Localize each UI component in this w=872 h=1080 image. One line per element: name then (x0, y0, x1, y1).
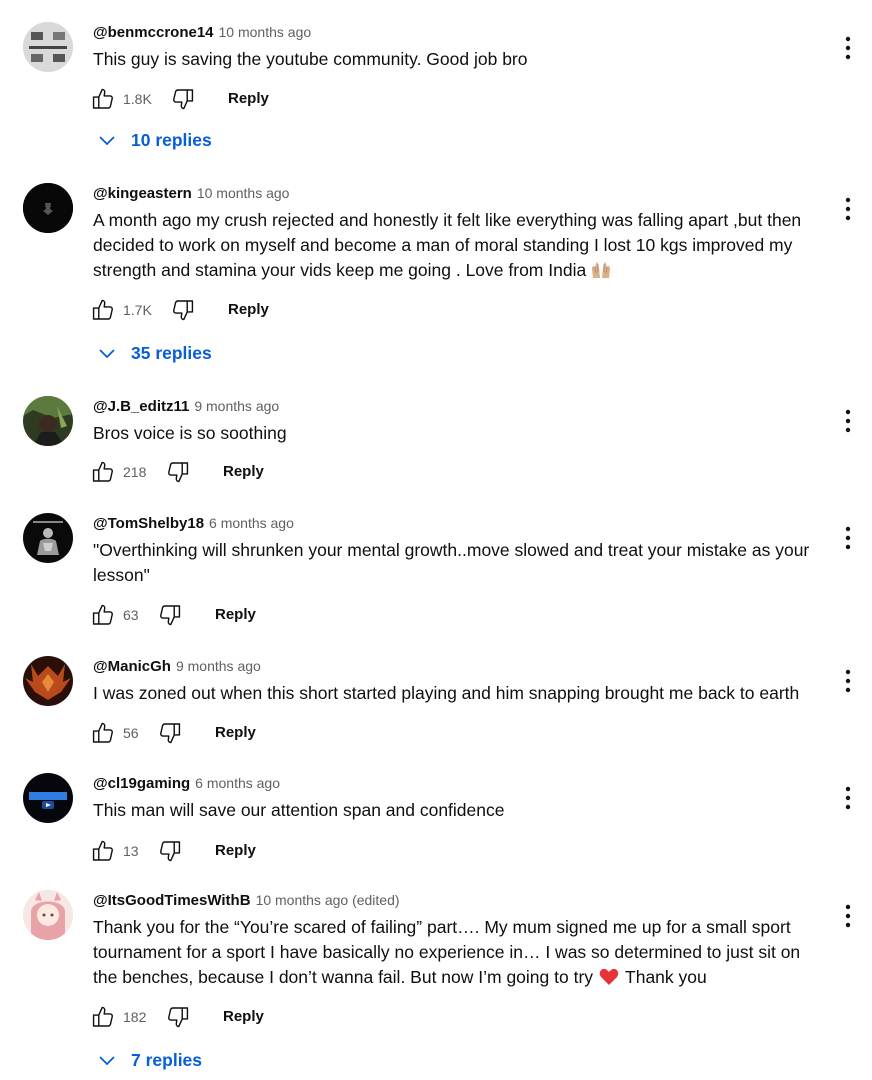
more-vert-icon[interactable] (838, 903, 858, 929)
thumbs-down-icon[interactable] (165, 1004, 191, 1030)
replies-count-label: 7 replies (131, 1050, 203, 1070)
comment-thread: @ItsGoodTimesWithB 10 months ago (edited)… (0, 890, 872, 1080)
chevron-down-icon (97, 1051, 117, 1071)
thumbs-up-icon[interactable] (90, 720, 116, 746)
more-vert-icon[interactable] (838, 785, 858, 811)
comment-text-line: the benches, because I don’t wanna fail.… (93, 967, 707, 987)
thumbs-down-icon[interactable] (157, 720, 183, 746)
comment-thread: @TomShelby18 6 months ago "Overthinking w… (0, 513, 872, 633)
thumbs-down-icon[interactable] (165, 459, 191, 485)
comment-thread: @ManicGh 9 months ago I was zoned out whe… (0, 656, 872, 756)
comment-text: Bros voice is so soothing (93, 423, 287, 443)
comment-thread: @J.B_editz11 9 months ago Bros voice is s… (0, 396, 872, 496)
more-vert-icon[interactable] (838, 408, 858, 434)
comment-time[interactable]: 9 months ago (194, 398, 279, 414)
author-name[interactable]: @cl19gaming (93, 775, 190, 792)
thumbs-up-icon[interactable] (90, 459, 116, 485)
thumbs-down-icon[interactable] (170, 86, 196, 112)
comment-header: @TomShelby18 6 months ago (93, 513, 294, 533)
comment-thread: @kingeastern 10 months ago A month ago my… (0, 183, 872, 373)
comment-text-line: lesson" (93, 565, 150, 585)
comment-text: Thank you for the “You’re scared of fail… (93, 915, 818, 990)
comment-header: @ManicGh 9 months ago (93, 656, 261, 676)
comment-time[interactable]: 10 months ago (219, 24, 312, 40)
author-name[interactable]: @ItsGoodTimesWithB (93, 892, 251, 909)
comment-text-line: "Overthinking will shrunken your mental … (93, 540, 810, 560)
thumbs-down-icon[interactable] (157, 602, 183, 628)
more-vert-icon[interactable] (838, 525, 858, 551)
author-name[interactable]: @benmccrone14 (93, 24, 214, 41)
comment-time[interactable]: 6 months ago (209, 515, 294, 531)
red-heart-emoji (599, 968, 619, 985)
avatar[interactable] (23, 183, 73, 233)
comment-thread: @benmccrone14 10 months ago This guy is s… (0, 22, 872, 162)
more-vert-icon[interactable] (838, 196, 858, 222)
like-count: 182 (123, 1009, 147, 1025)
thumbs-up-icon[interactable] (90, 602, 116, 628)
like-count: 63 (123, 607, 139, 623)
like-count: 218 (123, 464, 147, 480)
replies-count-label: 35 replies (131, 343, 212, 363)
comment-thread: @cl19gaming 6 months ago This man will sa… (0, 773, 872, 873)
comment-header: @ItsGoodTimesWithB 10 months ago (edited) (93, 890, 400, 910)
avatar[interactable] (23, 890, 73, 940)
avatar[interactable] (23, 773, 73, 823)
comment-text: This guy is saving the youtube community… (93, 49, 528, 69)
reply-button[interactable]: Reply (228, 90, 269, 108)
reply-button[interactable]: Reply (223, 1008, 264, 1026)
reply-button[interactable]: Reply (228, 301, 269, 319)
comment-text: A month ago my crush rejected and honest… (93, 208, 818, 283)
more-vert-icon[interactable] (838, 35, 858, 61)
comment-text-line: decided to work on myself and become a m… (93, 235, 793, 255)
thumbs-down-icon[interactable] (157, 838, 183, 864)
comment-time[interactable]: 10 months ago (edited) (256, 892, 400, 908)
comment-time[interactable]: 10 months ago (197, 185, 290, 201)
comment-time[interactable]: 9 months ago (176, 658, 261, 674)
comment-header: @cl19gaming 6 months ago (93, 773, 280, 793)
reply-button[interactable]: Reply (223, 463, 264, 481)
comment-header: @kingeastern 10 months ago (93, 183, 289, 203)
like-count: 1.8K (123, 91, 152, 107)
reply-button[interactable]: Reply (215, 724, 256, 742)
replies-count-label: 10 replies (131, 130, 212, 150)
reply-button[interactable]: Reply (215, 606, 256, 624)
comment-header: @J.B_editz11 9 months ago (93, 396, 279, 416)
avatar[interactable] (23, 656, 73, 706)
thumbs-down-icon[interactable] (170, 297, 196, 323)
thumbs-up-icon[interactable] (90, 1004, 116, 1030)
like-count: 56 (123, 725, 139, 741)
comment-text: "Overthinking will shrunken your mental … (93, 538, 818, 588)
comment-text-line: strength and stamina your vids keep me g… (93, 258, 818, 283)
author-name[interactable]: @ManicGh (93, 658, 171, 675)
comment-text-line: tournament for a sport I have basically … (93, 942, 801, 962)
author-name[interactable]: @TomShelby18 (93, 515, 204, 532)
like-count: 1.7K (123, 302, 152, 318)
thumbs-up-icon[interactable] (90, 838, 116, 864)
comment-text-line: A month ago my crush rejected and honest… (93, 210, 802, 230)
comment-header: @benmccrone14 10 months ago (93, 22, 311, 42)
chevron-down-icon (97, 344, 117, 364)
avatar[interactable] (23, 513, 73, 563)
author-name[interactable]: @kingeastern (93, 185, 192, 202)
more-vert-icon[interactable] (838, 668, 858, 694)
comment-text-line: Thank you for the “You’re scared of fail… (93, 917, 791, 937)
like-count: 13 (123, 843, 139, 859)
raising-hands-emoji (592, 262, 611, 278)
avatar[interactable] (23, 396, 73, 446)
comment-text: This man will save our attention span an… (93, 800, 505, 820)
thumbs-up-icon[interactable] (90, 86, 116, 112)
thumbs-up-icon[interactable] (90, 297, 116, 323)
avatar[interactable] (23, 22, 73, 72)
comment-time[interactable]: 6 months ago (195, 775, 280, 791)
chevron-down-icon (97, 131, 117, 151)
comment-text: I was zoned out when this short started … (93, 683, 800, 703)
author-name[interactable]: @J.B_editz11 (93, 398, 189, 415)
reply-button[interactable]: Reply (215, 842, 256, 860)
